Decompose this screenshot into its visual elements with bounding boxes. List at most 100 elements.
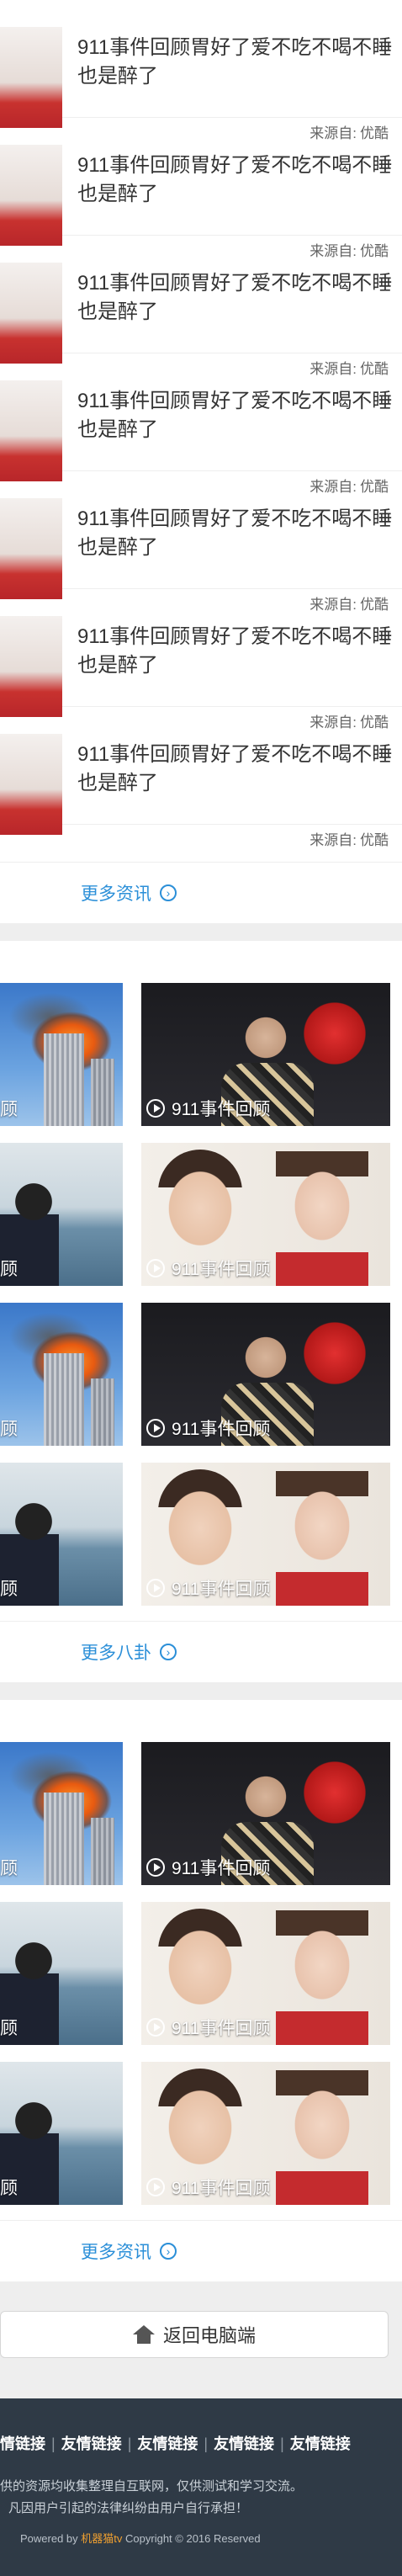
video-caption: 911事件回顾 bbox=[172, 2019, 271, 2038]
news-item[interactable]: 911事件回顾胃好了爱不吃不喝不睡也是醉了 来源自: 优酷 bbox=[0, 236, 402, 377]
play-icon bbox=[146, 1858, 165, 1877]
news-title[interactable]: 911事件回顾胃好了爱不吃不喝不睡也是醉了 bbox=[77, 623, 394, 680]
chevron-right-circle-icon: › bbox=[160, 884, 177, 901]
play-icon bbox=[146, 1259, 165, 1277]
video-caption: 911事件回顾 bbox=[172, 1420, 271, 1439]
more-news-link[interactable]: 更多资讯 › bbox=[81, 2239, 177, 2264]
more-gossip-label: 更多八卦 bbox=[81, 1644, 151, 1663]
news-title[interactable]: 911事件回顾胃好了爱不吃不喝不睡也是醉了 bbox=[77, 387, 394, 444]
news-thumbnail bbox=[0, 498, 62, 599]
more-news-label: 更多资讯 bbox=[81, 884, 151, 904]
video-caption: 911事件回顾 bbox=[172, 1580, 271, 1599]
video-caption-row: 911事件回顾 bbox=[141, 1415, 270, 1441]
video-caption-row: 911事件回顾 bbox=[141, 1096, 270, 1121]
video-thumb-cut[interactable]: 顾 bbox=[0, 1902, 123, 2045]
friend-links: 情链接 | 友情链接 | 友情链接 | 友情链接 | 友情链接 bbox=[0, 2432, 351, 2454]
play-icon bbox=[146, 1099, 165, 1118]
disclaimer: 供的资源均收集整理自互联网，仅供测试和学习交流。 凡因用户引起的法律纠纷由用户自… bbox=[0, 2476, 303, 2520]
video-caption: 顾 bbox=[0, 2179, 18, 2198]
copyright-text: Copyright © 2016 Reserved bbox=[125, 2532, 261, 2545]
news-item[interactable]: 911事件回顾胃好了爱不吃不喝不睡也是醉了 来源自: 优酷 bbox=[0, 118, 402, 259]
source-name: 优酷 bbox=[360, 832, 389, 848]
play-icon bbox=[146, 2178, 165, 2196]
video-caption: 顾 bbox=[0, 1420, 18, 1439]
news-title[interactable]: 911事件回顾胃好了爱不吃不喝不睡也是醉了 bbox=[77, 34, 394, 91]
chevron-right-circle-icon: › bbox=[160, 1644, 177, 1660]
copyright-prefix: Powered by bbox=[20, 2532, 78, 2545]
news-title[interactable]: 911事件回顾胃好了爱不吃不喝不睡也是醉了 bbox=[77, 741, 394, 798]
news-thumbnail bbox=[0, 145, 62, 246]
news-title[interactable]: 911事件回顾胃好了爱不吃不喝不睡也是醉了 bbox=[77, 505, 394, 562]
news-item[interactable]: 911事件回顾胃好了爱不吃不喝不睡也是醉了 来源自: 优酷 bbox=[0, 353, 402, 495]
video-caption: 911事件回顾 bbox=[172, 1100, 271, 1119]
video-thumb[interactable]: 911事件回顾 bbox=[141, 1143, 390, 1286]
source-prefix: 来源自: bbox=[309, 832, 357, 848]
more-gossip-link[interactable]: 更多八卦 › bbox=[81, 1639, 177, 1665]
news-thumbnail bbox=[0, 380, 62, 481]
video-caption-row: 911事件回顾 bbox=[141, 1575, 270, 1601]
friend-link[interactable]: 友情链接 bbox=[137, 2435, 198, 2452]
video-thumb-cut[interactable]: 顾 bbox=[0, 2062, 123, 2205]
video-thumb-cut[interactable]: 顾 bbox=[0, 1303, 123, 1446]
friend-link[interactable]: 友情链接 bbox=[214, 2435, 274, 2452]
video-caption: 顾 bbox=[0, 1100, 18, 1119]
news-item[interactable]: 911事件回顾胃好了爱不吃不喝不睡也是醉了 来源自: 优酷 bbox=[0, 0, 402, 141]
video-thumb-cut[interactable]: 顾 bbox=[0, 1463, 123, 1606]
chevron-right-circle-icon: › bbox=[160, 2243, 177, 2260]
friend-link[interactable]: 情链接 bbox=[0, 2435, 45, 2452]
news-item[interactable]: 911事件回顾胃好了爱不吃不喝不睡也是醉了 来源自: 优酷 bbox=[0, 471, 402, 613]
video-caption-row: 911事件回顾 bbox=[141, 1855, 270, 1880]
video-caption: 911事件回顾 bbox=[172, 2179, 271, 2198]
news-thumbnail bbox=[0, 734, 62, 835]
brand-link[interactable]: 机器猫tv bbox=[81, 2532, 122, 2545]
more-gossip-row[interactable]: 更多八卦 › bbox=[0, 1621, 402, 1683]
video-thumb[interactable]: 911事件回顾 bbox=[141, 1902, 390, 2045]
link-separator: | bbox=[280, 2435, 284, 2452]
news-source: 来源自: 优酷 bbox=[309, 831, 389, 850]
copyright: Powered by 机器猫tv Copyright © 2016 Reserv… bbox=[20, 2530, 261, 2546]
back-to-pc-label: 返回电脑端 bbox=[162, 2325, 256, 2346]
disclaimer-line: 供的资源均收集整理自互联网，仅供测试和学习交流。 bbox=[0, 2479, 304, 2494]
video-thumb[interactable]: 911事件回顾 bbox=[141, 1463, 390, 1606]
link-separator: | bbox=[204, 2435, 209, 2452]
video-thumb[interactable]: 911事件回顾 bbox=[141, 983, 390, 1126]
section-divider bbox=[0, 1683, 402, 1700]
back-to-pc-button[interactable]: 返回电脑端 bbox=[0, 2311, 389, 2358]
video-caption: 顾 bbox=[0, 1260, 18, 1279]
video-thumb-cut[interactable]: 顾 bbox=[0, 983, 123, 1126]
news-item[interactable]: 911事件回顾胃好了爱不吃不喝不睡也是醉了 来源自: 优酷 bbox=[0, 589, 402, 730]
footer: 情链接 | 友情链接 | 友情链接 | 友情链接 | 友情链接 供的资源均收集整理自互联网，仅供… bbox=[0, 2398, 402, 2576]
video-caption-row: 911事件回顾 bbox=[141, 2015, 270, 2040]
disclaimer-line: 凡因用户引起的法律纠纷由用户自行承担！ bbox=[8, 2501, 249, 2515]
friend-link[interactable]: 友情链接 bbox=[290, 2435, 351, 2452]
news-title[interactable]: 911事件回顾胃好了爱不吃不喝不睡也是醉了 bbox=[77, 151, 394, 209]
play-icon bbox=[146, 1579, 165, 1597]
link-separator: | bbox=[127, 2435, 132, 2452]
play-icon bbox=[146, 1419, 165, 1437]
more-news-link[interactable]: 更多资讯 › bbox=[81, 880, 177, 906]
news-thumbnail bbox=[0, 27, 62, 128]
video-thumb[interactable]: 911事件回顾 bbox=[141, 1742, 390, 1885]
home-icon bbox=[132, 2325, 155, 2344]
video-thumb[interactable]: 911事件回顾 bbox=[141, 1303, 390, 1446]
news-thumbnail bbox=[0, 263, 62, 364]
news-thumbnail bbox=[0, 616, 62, 717]
more-news-label: 更多资讯 bbox=[81, 2243, 151, 2262]
video-caption-row: 911事件回顾 bbox=[141, 1256, 270, 1281]
video-caption: 911事件回顾 bbox=[172, 1260, 271, 1279]
friend-link[interactable]: 友情链接 bbox=[61, 2435, 122, 2452]
more-news-row[interactable]: 更多资讯 › bbox=[0, 2220, 402, 2282]
video-thumb-cut[interactable]: 顾 bbox=[0, 1742, 123, 1885]
link-separator: | bbox=[51, 2435, 56, 2452]
section-divider bbox=[0, 924, 402, 941]
news-title[interactable]: 911事件回顾胃好了爱不吃不喝不睡也是醉了 bbox=[77, 269, 394, 327]
video-caption: 顾 bbox=[0, 1580, 18, 1599]
video-thumb[interactable]: 911事件回顾 bbox=[141, 2062, 390, 2205]
video-caption: 顾 bbox=[0, 1859, 18, 1878]
more-news-row[interactable]: 更多资讯 › bbox=[0, 862, 402, 924]
video-thumb-cut[interactable]: 顾 bbox=[0, 1143, 123, 1286]
video-caption: 911事件回顾 bbox=[172, 1859, 271, 1878]
video-caption: 顾 bbox=[0, 2019, 18, 2038]
news-item[interactable]: 911事件回顾胃好了爱不吃不喝不睡也是醉了 来源自: 优酷 bbox=[0, 707, 402, 848]
play-icon bbox=[146, 2018, 165, 2037]
